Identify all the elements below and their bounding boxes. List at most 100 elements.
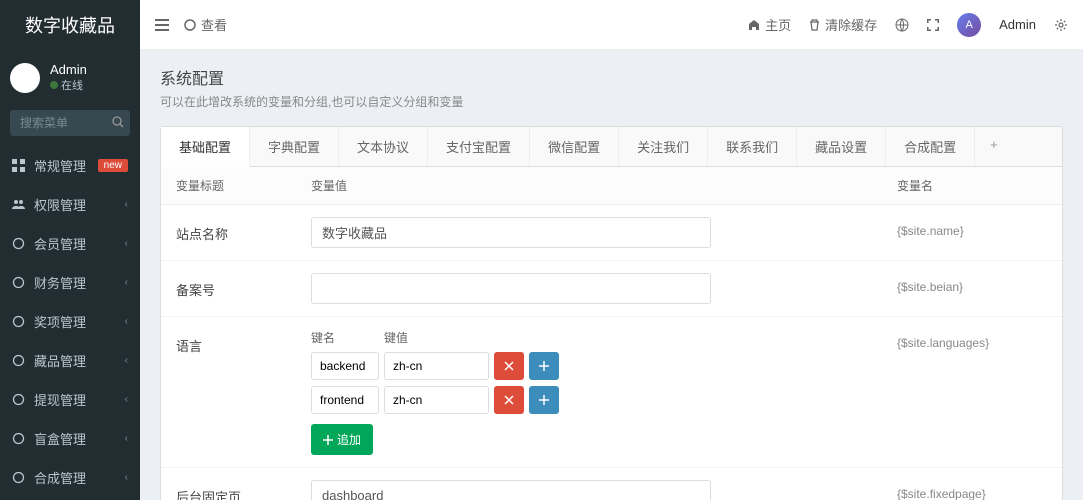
circle-icon [12, 354, 26, 367]
tab-wechat[interactable]: 微信配置 [530, 127, 619, 166]
search-icon[interactable] [112, 116, 124, 128]
fixedpage-input[interactable] [311, 480, 711, 500]
remove-row-button[interactable] [494, 386, 524, 414]
kv-row [311, 386, 897, 414]
menu-label: 合成管理 [34, 468, 86, 487]
user-status-label: 在线 [61, 77, 83, 93]
menu-label: 奖项管理 [34, 312, 86, 331]
close-icon [504, 361, 514, 371]
menu-item-prize[interactable]: 奖项管理 ‹ [0, 302, 140, 341]
menu-item-general[interactable]: 常规管理 new [0, 146, 140, 185]
header-main: 查看 主页 清除缓存 A Admin [140, 13, 1083, 37]
language-icon[interactable] [895, 18, 909, 32]
field-label: 语言 [176, 329, 311, 355]
tab-synthesis-config[interactable]: 合成配置 [886, 127, 975, 166]
menu-label: 财务管理 [34, 273, 86, 292]
header-left-tools: 查看 [155, 15, 227, 34]
kv-key-input[interactable] [311, 386, 379, 414]
tab-follow[interactable]: 关注我们 [619, 127, 708, 166]
tabs-container: 基础配置 字典配置 文本协议 支付宝配置 微信配置 关注我们 联系我们 藏品设置… [160, 126, 1063, 167]
tab-basic[interactable]: 基础配置 [161, 127, 250, 167]
sitename-input[interactable] [311, 217, 711, 248]
sidebar: Admin 在线 常规管理 new 权限管理 ‹ [0, 50, 140, 500]
user-name-header[interactable]: Admin [999, 17, 1036, 32]
chevron-left-icon: ‹ [125, 199, 128, 210]
menu-item-member[interactable]: 会员管理 ‹ [0, 224, 140, 263]
menu-label: 提现管理 [34, 390, 86, 409]
kv-value-input[interactable] [384, 386, 489, 414]
menu-toggle-icon[interactable] [155, 19, 169, 31]
clear-cache-label: 清除缓存 [825, 15, 877, 34]
kv-header: 键名 键值 [311, 329, 897, 346]
user-status: 在线 [50, 77, 87, 93]
clear-cache-link[interactable]: 清除缓存 [809, 15, 877, 34]
fullscreen-icon[interactable] [927, 19, 939, 31]
kv-key-input[interactable] [311, 352, 379, 380]
trash-icon [809, 19, 820, 31]
home-link[interactable]: 主页 [748, 15, 791, 34]
chevron-left-icon: ‹ [125, 355, 128, 366]
chevron-left-icon: ‹ [125, 316, 128, 327]
logo-text: 数字收藏品 [25, 12, 115, 38]
home-label: 主页 [765, 15, 791, 34]
tab-add-icon[interactable]: + [975, 127, 1013, 166]
view-button[interactable]: 查看 [184, 15, 227, 34]
menu-label: 常规管理 [34, 156, 86, 175]
settings-icon[interactable] [1054, 18, 1068, 32]
menu-list: 常规管理 new 权限管理 ‹ 会员管理 ‹ 财务管理 ‹ [0, 146, 140, 497]
chevron-left-icon: ‹ [125, 238, 128, 249]
circle-icon [12, 315, 26, 328]
close-icon [504, 395, 514, 405]
tabs: 基础配置 字典配置 文本协议 支付宝配置 微信配置 关注我们 联系我们 藏品设置… [161, 127, 1062, 167]
form-body: 变量标题 变量值 变量名 站点名称 {$site.name} 备案号 {$sit… [160, 167, 1063, 500]
remove-row-button[interactable] [494, 352, 524, 380]
menu-item-withdraw[interactable]: 提现管理 ‹ [0, 380, 140, 419]
tab-text[interactable]: 文本协议 [339, 127, 428, 166]
sidebar-user-name: Admin [50, 62, 87, 77]
tab-contact[interactable]: 联系我们 [708, 127, 797, 166]
logo-area: 数字收藏品 [0, 0, 140, 50]
view-label: 查看 [201, 15, 227, 34]
append-button[interactable]: 追加 [311, 424, 373, 455]
beian-input[interactable] [311, 273, 711, 304]
user-avatar-large[interactable] [10, 63, 40, 93]
chevron-left-icon: ‹ [125, 277, 128, 288]
group-icon [12, 198, 26, 211]
menu-item-synthesis[interactable]: 合成管理 ‹ [0, 458, 140, 497]
menu-item-collection[interactable]: 藏品管理 ‹ [0, 341, 140, 380]
kv-value-input[interactable] [384, 352, 489, 380]
circle-icon [12, 432, 26, 445]
column-header-var: 变量名 [897, 177, 1047, 194]
field-var: {$site.fixedpage} [897, 480, 1047, 500]
user-avatar-small[interactable]: A [957, 13, 981, 37]
field-label: 后台固定页 [176, 480, 311, 500]
top-header: 数字收藏品 查看 主页 清除缓存 [0, 0, 1083, 50]
form-row-fixedpage: 后台固定页 {$site.fixedpage} [161, 468, 1062, 500]
tab-alipay[interactable]: 支付宝配置 [428, 127, 530, 166]
circle-icon [12, 237, 26, 250]
search-box [10, 110, 130, 136]
chevron-left-icon: ‹ [125, 433, 128, 444]
menu-label: 会员管理 [34, 234, 86, 253]
menu-item-permission[interactable]: 权限管理 ‹ [0, 185, 140, 224]
add-row-button[interactable] [529, 386, 559, 414]
chevron-left-icon: ‹ [125, 472, 128, 483]
plus-icon [539, 395, 549, 405]
tab-dict[interactable]: 字典配置 [250, 127, 339, 166]
kv-row [311, 352, 897, 380]
menu-label: 盲盒管理 [34, 429, 86, 448]
menu-item-blindbox[interactable]: 盲盒管理 ‹ [0, 419, 140, 458]
field-label: 站点名称 [176, 217, 311, 243]
form-row-language: 语言 键名 键值 [161, 317, 1062, 468]
add-row-button[interactable] [529, 352, 559, 380]
chevron-left-icon: ‹ [125, 394, 128, 405]
circle-icon [184, 19, 196, 31]
status-dot-icon [50, 81, 58, 89]
plus-icon [539, 361, 549, 371]
circle-icon [12, 471, 26, 484]
menu-item-finance[interactable]: 财务管理 ‹ [0, 263, 140, 302]
tab-collection-settings[interactable]: 藏品设置 [797, 127, 886, 166]
content-header: 系统配置 可以在此增改系统的变量和分组,也可以自定义分组和变量 [140, 50, 1083, 118]
menu-badge-new: new [98, 159, 128, 172]
circle-icon [12, 393, 26, 406]
